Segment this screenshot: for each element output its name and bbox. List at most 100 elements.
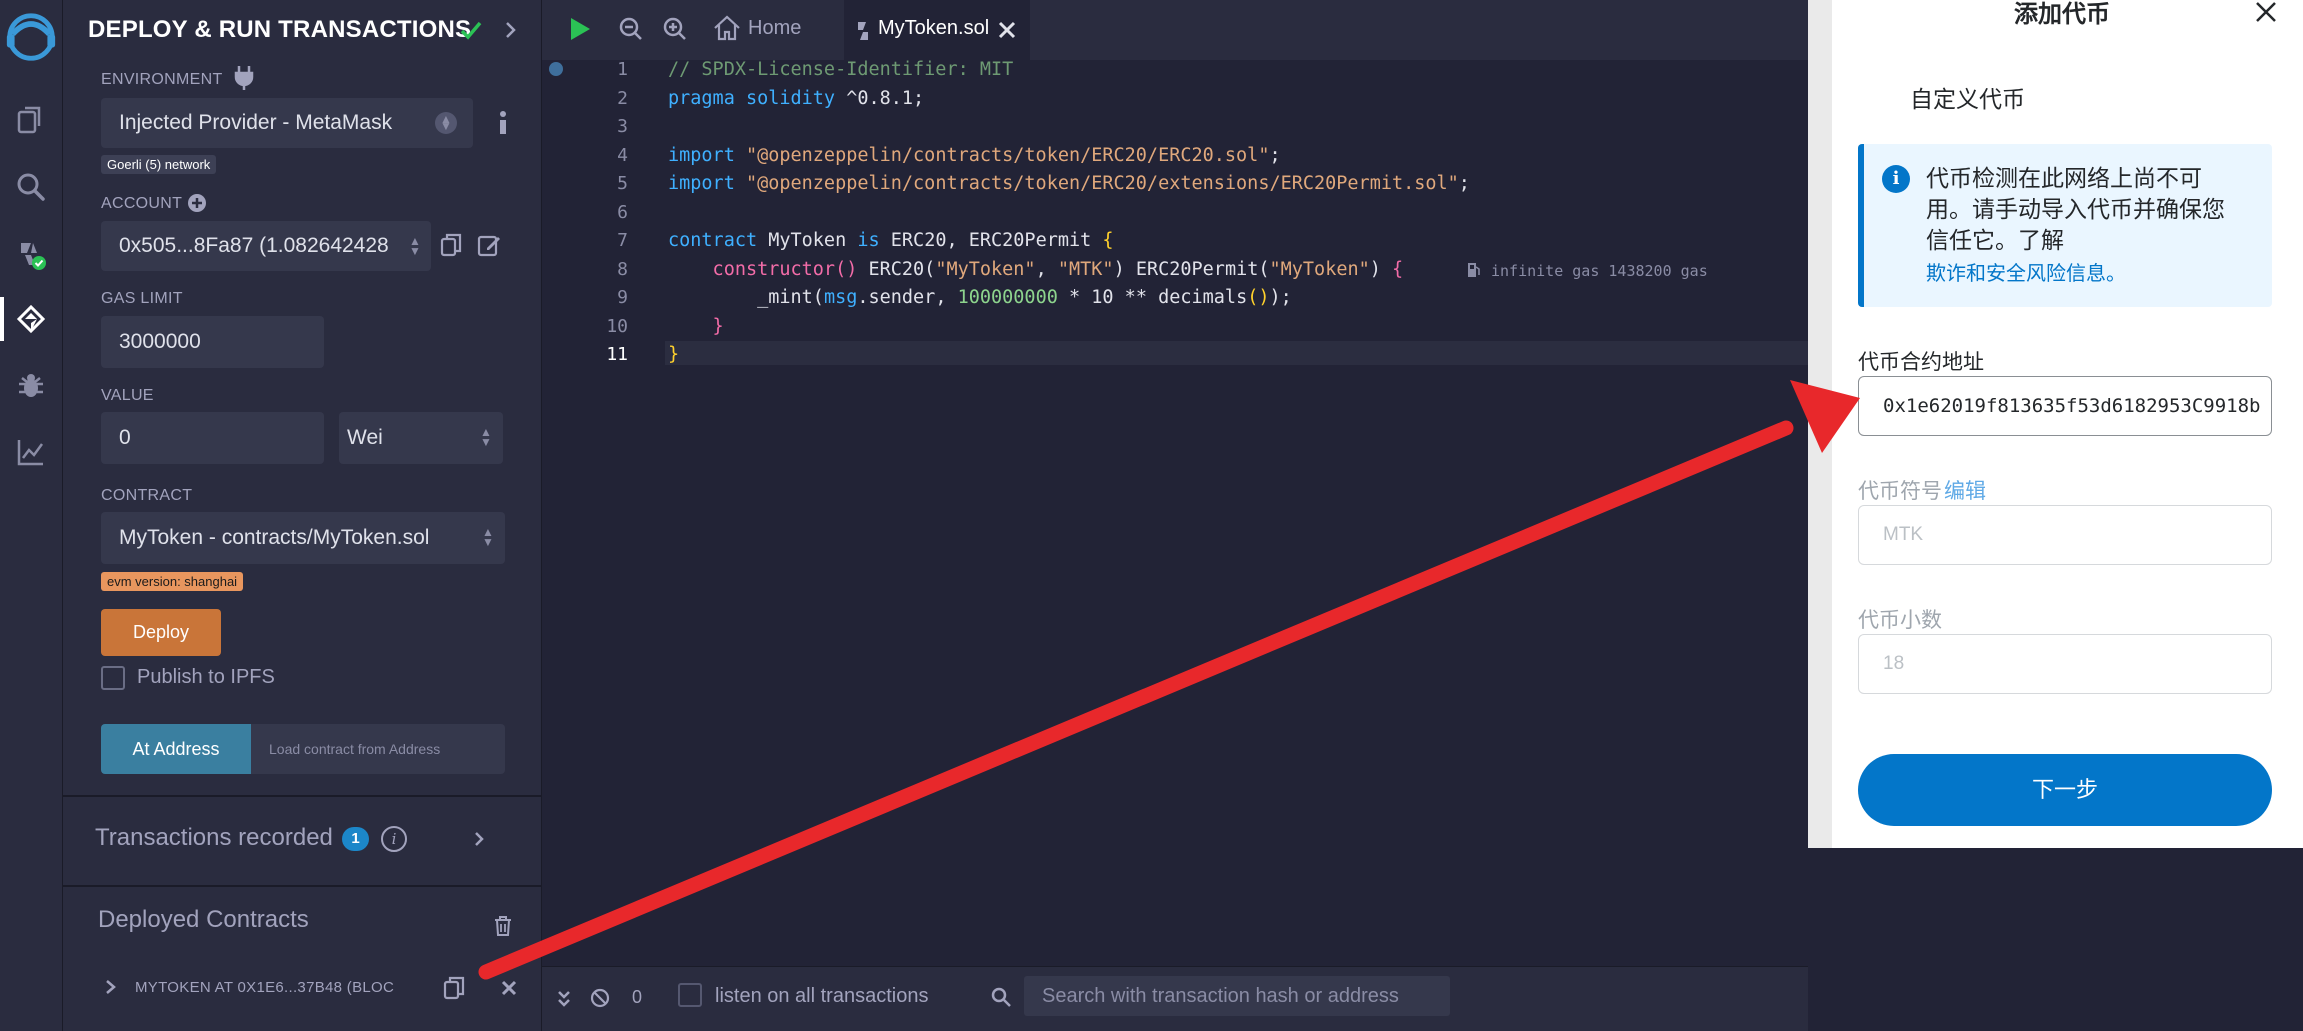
load-contract-address-input[interactable]: Load contract from Address [251,724,505,774]
environment-select[interactable]: Injected Provider - MetaMask [101,98,473,148]
line-number: 1 [617,59,628,80]
run-script-icon[interactable] [568,16,592,42]
chevron-right-icon[interactable] [500,18,522,42]
deploy-run-panel: DEPLOY & RUN TRANSACTIONS ENVIRONMENT In… [63,0,542,1031]
line-number: 2 [617,88,628,109]
code-line-5: import "@openzeppelin/contracts/token/ER… [668,173,1470,194]
close-dialog-icon[interactable] [2254,0,2278,24]
code-line-7: contract MyToken is ERC20, ERC20Permit { [668,230,1114,251]
notice-text-line-3: 信任它。了解 [1926,227,2064,253]
edit-symbol-link[interactable]: 编辑 [1944,475,1986,505]
deploy-run-icon[interactable] [9,297,53,341]
divider [63,885,542,887]
analytics-icon[interactable] [9,430,53,474]
network-badge: Goerli (5) network [101,155,217,174]
next-button[interactable]: 下一步 [1858,754,2272,826]
token-symbol-label: 代币符号 [1858,480,1942,503]
zoom-out-icon[interactable] [618,16,644,42]
code-line-4: import "@openzeppelin/contracts/token/ER… [668,145,1281,166]
deploy-button[interactable]: Deploy [101,609,221,656]
add-account-icon[interactable] [187,193,207,213]
account-select[interactable]: 0x505...8Fa87 (1.082642428 [101,221,431,271]
contract-address-input[interactable]: 0x1e62019f813635f53d6182953C9918b [1858,376,2272,436]
line-number: 5 [617,173,628,194]
line-number: 4 [617,145,628,166]
notice-text-line-2: 用。请手动导入代币并确保您 [1926,196,2225,222]
account-select-value: 0x505...8Fa87 (1.082642428 [119,234,389,257]
line-number: 7 [617,230,628,251]
deployed-item-expand-chevron-icon[interactable] [103,976,119,998]
code-line-2: pragma solidity ^0.8.1; [668,88,925,109]
metamask-add-token-dialog: 添加代币 自定义代币 i 代币检测在此网络上尚不可 用。请手动导入代币并确保您 … [1808,0,2303,848]
environment-select-value: Injected Provider - MetaMask [119,111,393,134]
clear-console-icon[interactable] [590,988,610,1008]
transactions-expand-chevron-icon[interactable] [471,828,489,850]
notice-text-line-1: 代币检测在此网络上尚不可 [1926,165,2202,191]
gas-estimate-hint: infinite gas 1438200 gas [1491,262,1708,280]
divider [63,795,542,797]
solidity-compiler-icon[interactable] [9,233,53,277]
contract-label: CONTRACT [101,487,193,504]
token-decimals-input[interactable]: 18 [1858,634,2272,694]
active-plugin-indicator [0,297,4,341]
copy-icon[interactable] [440,232,462,258]
panel-title: DEPLOY & RUN TRANSACTIONS [88,16,472,43]
listen-transactions-checkbox[interactable] [678,983,702,1007]
account-select-caret-icon: ▲ ▼ [407,228,423,264]
dialog-title: 添加代币 [2014,1,2110,28]
transaction-search-input[interactable]: Search with transaction hash or address [1024,976,1450,1016]
contract-select-caret-icon: ▲ ▼ [482,525,494,549]
at-address-button[interactable]: At Address [101,724,251,774]
info-icon[interactable] [492,108,514,136]
transactions-info-icon[interactable]: i [381,826,407,852]
gas-limit-input[interactable]: 3000000 [101,316,324,368]
icon-bar [0,0,63,1031]
checkmark-icon [458,17,484,43]
value-unit-select-value: Wei [347,426,383,449]
contract-address-label: 代币合约地址 [1858,351,1984,374]
deployed-contracts-label: Deployed Contracts [98,906,309,933]
pending-tx-count: 0 [632,987,643,1007]
deployed-contract-item[interactable]: MYTOKEN AT 0X1E6...37B48 (BLOC [135,979,394,996]
environment-label: ENVIRONMENT [101,71,223,88]
value-input[interactable]: 0 [101,412,324,464]
line-number: 3 [617,116,628,137]
search-icon[interactable] [9,165,53,209]
active-line-highlight [665,341,1808,365]
close-tab-icon[interactable] [997,20,1017,40]
line-number-active: 11 [606,344,628,365]
gas-limit-label: GAS LIMIT [101,290,183,307]
remix-logo-icon[interactable] [2,8,60,66]
token-decimals-label: 代币小数 [1858,609,1942,632]
solidity-file-icon [856,20,870,42]
contract-select[interactable]: MyToken - contracts/MyToken.sol [101,512,505,564]
evm-version-badge: evm version: shanghai [101,572,244,591]
edit-icon[interactable] [477,232,501,258]
trash-icon[interactable] [493,915,513,937]
remove-instance-icon[interactable] [499,978,519,998]
publish-ipfs-checkbox[interactable] [101,666,125,690]
info-circle-icon: i [1882,165,1910,193]
file-explorer-icon[interactable] [9,98,53,142]
code-line-9: _mint(msg.sender, 100000000 * 10 ** deci… [668,287,1292,308]
line-number: 8 [617,259,628,280]
home-icon[interactable] [712,14,742,42]
tab-custom-token[interactable]: 自定义代币 [1910,80,2025,114]
deployed-copy-icon[interactable] [443,975,465,1001]
tab-file-label: MyToken.sol [878,17,990,39]
terminal-bar: 0 listen on all transactions Search with… [542,966,1808,1031]
gas-pump-icon [1466,261,1482,279]
debugger-icon[interactable] [9,364,53,408]
terminal-search-icon [990,986,1012,1008]
gas-limit-input-value: 3000000 [119,330,201,353]
value-label: VALUE [101,387,154,404]
code-line-11: } [668,344,680,365]
token-symbol-input[interactable]: MTK [1858,505,2272,565]
code-line-10: } [668,316,724,337]
zoom-in-icon[interactable] [662,16,688,42]
value-unit-caret-icon: ▲ ▼ [480,425,492,449]
terminal-collapse-icon[interactable] [556,989,572,1009]
transactions-count-badge: 1 [342,827,369,851]
risk-info-link[interactable]: 欺诈和安全风险信息。 [1926,257,2126,286]
tab-home[interactable]: Home [748,17,801,40]
